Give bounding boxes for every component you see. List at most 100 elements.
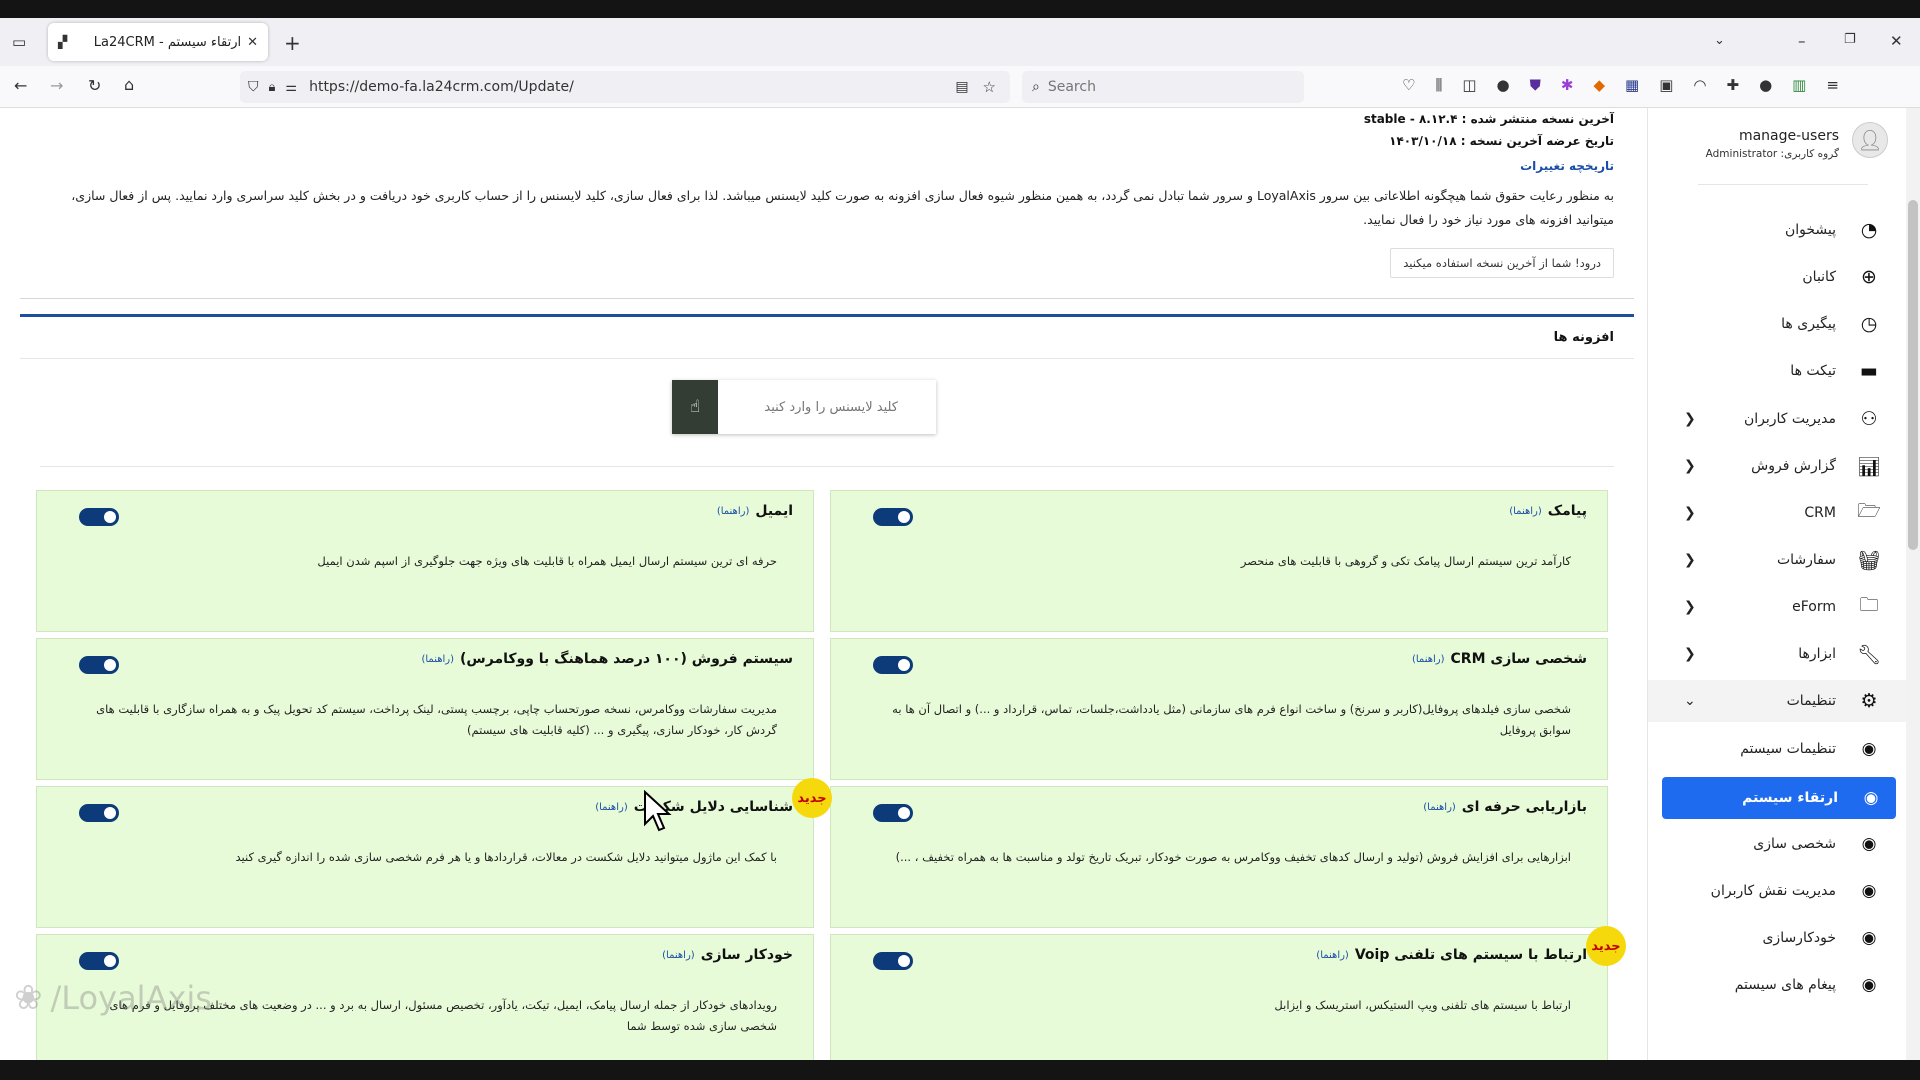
- extension-screen-icon[interactable]: ▣: [1659, 76, 1673, 94]
- home-icon[interactable]: ⌂: [124, 75, 134, 94]
- plugin-title-text: شخصی سازی CRM: [1450, 651, 1587, 667]
- sidebar-item-sales-report[interactable]: 📊︎ گزارش فروش ❮: [1648, 445, 1908, 487]
- sidebar-subitem-system-messages[interactable]: ◉ پیغام های سیستم: [1648, 964, 1908, 1006]
- license-key-input[interactable]: [718, 380, 936, 434]
- help-link[interactable]: (راهنما): [421, 654, 454, 665]
- reader-view-icon[interactable]: ▤: [955, 79, 968, 95]
- restore-icon[interactable]: ❐: [1844, 32, 1856, 47]
- up-to-date-button[interactable]: درود! شما از آخرین نسخه استفاده میکنید: [1390, 248, 1614, 278]
- ticket-icon: ▬: [1860, 360, 1878, 382]
- search-bar[interactable]: ⌕: [1022, 71, 1304, 103]
- pocket-icon[interactable]: ♡: [1402, 76, 1415, 94]
- minimize-icon[interactable]: –: [1798, 32, 1806, 50]
- chevron-left-icon: ❮: [1684, 505, 1696, 521]
- sidebar-item-label: کانبان: [1802, 269, 1836, 285]
- new-badge: جدید: [792, 778, 832, 818]
- favicon-icon: ▞: [58, 35, 68, 49]
- extension-k-icon[interactable]: ●: [1497, 76, 1510, 94]
- help-link[interactable]: (راهنما): [662, 950, 695, 961]
- extensions-toolbar: ♡ ⫼ ◫ ● ⛊ ✱ ◆ ▦ ▣ ◠ ✚ ● ▥ ≡: [1402, 76, 1839, 94]
- browser-tab[interactable]: ▞ ارتقاء سیستم - La24CRM ✕: [48, 23, 268, 61]
- bookmark-star-icon[interactable]: ☆: [983, 78, 996, 96]
- close-tab-icon[interactable]: ✕: [247, 35, 258, 50]
- folder-open-icon: 🗁︎: [1857, 500, 1881, 522]
- sidebar-item-label: eForm: [1792, 599, 1836, 615]
- tab-overflow-icon[interactable]: ⌄: [1714, 33, 1725, 48]
- sidebar-subitem-customization[interactable]: ◉ شخصی سازی: [1648, 823, 1908, 865]
- sidebar-item-kanban[interactable]: ⊕ کانبان: [1648, 256, 1908, 298]
- sidebar-item-label: تنظیمات: [1786, 693, 1836, 709]
- changelog-link[interactable]: تاریخچه تغییرات: [1520, 159, 1614, 173]
- help-link[interactable]: (راهنما): [1316, 950, 1349, 961]
- sidebar-subitem-user-roles[interactable]: ◉ مدیریت نقش کاربران: [1648, 870, 1908, 912]
- plugin-toggle[interactable]: [873, 508, 913, 526]
- divider: [20, 358, 1634, 359]
- plugin-description: مدیریت سفارشات ووکامرس، نسخه صورتحساب چا…: [96, 702, 777, 737]
- help-link[interactable]: (راهنما): [1509, 506, 1542, 517]
- app-menu-icon[interactable]: ≡: [1826, 76, 1839, 94]
- sidebar-toggle-icon[interactable]: ◫: [1462, 76, 1476, 94]
- sidebar-item-label: تیکت ها: [1790, 363, 1836, 379]
- url-text: https://demo-fa.la24crm.com/Update/: [309, 79, 574, 95]
- plugin-toggle[interactable]: [79, 656, 119, 674]
- tab-list-icon[interactable]: ▭: [12, 33, 26, 51]
- plugin-toggle[interactable]: [873, 656, 913, 674]
- library-icon[interactable]: ⫼: [1435, 76, 1442, 94]
- url-bar[interactable]: ⛉ 🔒︎ ⚌ https://demo-fa.la24crm.com/Updat…: [240, 71, 1010, 103]
- plugin-card-failure-reasons: شناسایی دلایل شکست (راهنما) با کمک این ما…: [36, 786, 814, 928]
- hand-pointer-icon[interactable]: ☝: [672, 380, 718, 434]
- sidebar-subitem-system-settings[interactable]: ◉ تنظیمات سیستم: [1648, 728, 1908, 770]
- sidebar-item-users[interactable]: ⚇ مدیریت کاربران ❮: [1648, 398, 1908, 440]
- extensions-puzzle-icon[interactable]: ✚: [1727, 76, 1740, 94]
- plugin-toggle[interactable]: [873, 804, 913, 822]
- sidebar-item-tickets[interactable]: ▬ تیکت ها: [1648, 350, 1908, 392]
- sidebar-item-crm[interactable]: 🗁︎ CRM ❮: [1648, 492, 1908, 534]
- plugin-toggle[interactable]: [79, 508, 119, 526]
- sidebar-item-orders[interactable]: 🧺︎ سفارشات ❮: [1648, 539, 1908, 581]
- avatar[interactable]: 👤︎: [1852, 122, 1888, 158]
- help-link[interactable]: (راهنما): [717, 506, 750, 517]
- sidebar-item-label: CRM: [1804, 505, 1836, 521]
- scrollbar-thumb[interactable]: [1908, 200, 1918, 550]
- sidebar-subitem-system-upgrade[interactable]: ◉ ارتقاء سیستم: [1662, 777, 1896, 819]
- plugin-toggle[interactable]: [873, 952, 913, 970]
- extension-page-icon[interactable]: ▥: [1792, 76, 1806, 94]
- sidebar-item-settings[interactable]: ⚙ تنظیمات ⌄: [1648, 680, 1908, 722]
- sidebar-item-label: مدیریت نقش کاربران: [1710, 883, 1836, 899]
- extension-headset-icon[interactable]: ◠: [1693, 76, 1706, 94]
- back-icon[interactable]: ←: [14, 76, 27, 95]
- plugin-description: ابزارهایی برای افزایش فروش (تولید و ارسا…: [895, 850, 1571, 864]
- sidebar-item-dashboard[interactable]: ◔ پیشخوان: [1648, 209, 1908, 251]
- chevron-left-icon: ❮: [1684, 552, 1696, 568]
- plugin-toggle[interactable]: [79, 804, 119, 822]
- help-link[interactable]: (راهنما): [1423, 802, 1456, 813]
- tab-title: ارتقاء سیستم - La24CRM: [93, 34, 242, 50]
- plugin-toggle[interactable]: [79, 952, 119, 970]
- watermark-logo-icon: ❀: [14, 978, 43, 1018]
- help-link[interactable]: (راهنما): [595, 802, 628, 813]
- sidebar-item-tools[interactable]: 🔧︎ ابزارها ❮: [1648, 633, 1908, 675]
- extension-shield-icon[interactable]: ⛊: [1530, 76, 1541, 94]
- plugin-card-voip: ارتباط با سیستم های تلفنی Voip (راهنما) ا…: [830, 934, 1608, 1060]
- circle-dot-icon: ◉: [1861, 881, 1877, 901]
- chevron-down-icon: ⌄: [1684, 693, 1696, 709]
- extension-gear-icon[interactable]: ✱: [1561, 76, 1574, 94]
- extension-chart-icon[interactable]: ▦: [1625, 76, 1639, 94]
- forward-icon[interactable]: →: [50, 76, 63, 95]
- plugin-title: پیامک (راهنما): [1509, 503, 1587, 519]
- sidebar-item-label: ابزارها: [1798, 646, 1836, 662]
- latest-version: آخرین نسخه منتشر شده : stable - ۸.۱۲.۴: [1364, 112, 1614, 126]
- sidebar-item-eform[interactable]: 🗀︎ eForm ❮: [1648, 586, 1908, 628]
- window-bottom-strip: [0, 1060, 1920, 1080]
- sidebar-item-followups[interactable]: ◷ پیگیری ها: [1648, 303, 1908, 345]
- new-tab-button[interactable]: +: [284, 31, 301, 55]
- help-link[interactable]: (راهنما): [1412, 654, 1445, 665]
- sidebar-item-label: پیغام های سیستم: [1734, 977, 1836, 993]
- sidebar-subitem-automation[interactable]: ◉ خودکارسازی: [1648, 917, 1908, 959]
- search-input[interactable]: [1047, 79, 1278, 95]
- extension-bug-icon[interactable]: ●: [1759, 76, 1772, 94]
- window-top-strip: [0, 0, 1920, 18]
- close-window-icon[interactable]: ✕: [1890, 32, 1903, 50]
- extension-fox-icon[interactable]: ◆: [1593, 76, 1605, 94]
- reload-icon[interactable]: ↻: [88, 76, 101, 95]
